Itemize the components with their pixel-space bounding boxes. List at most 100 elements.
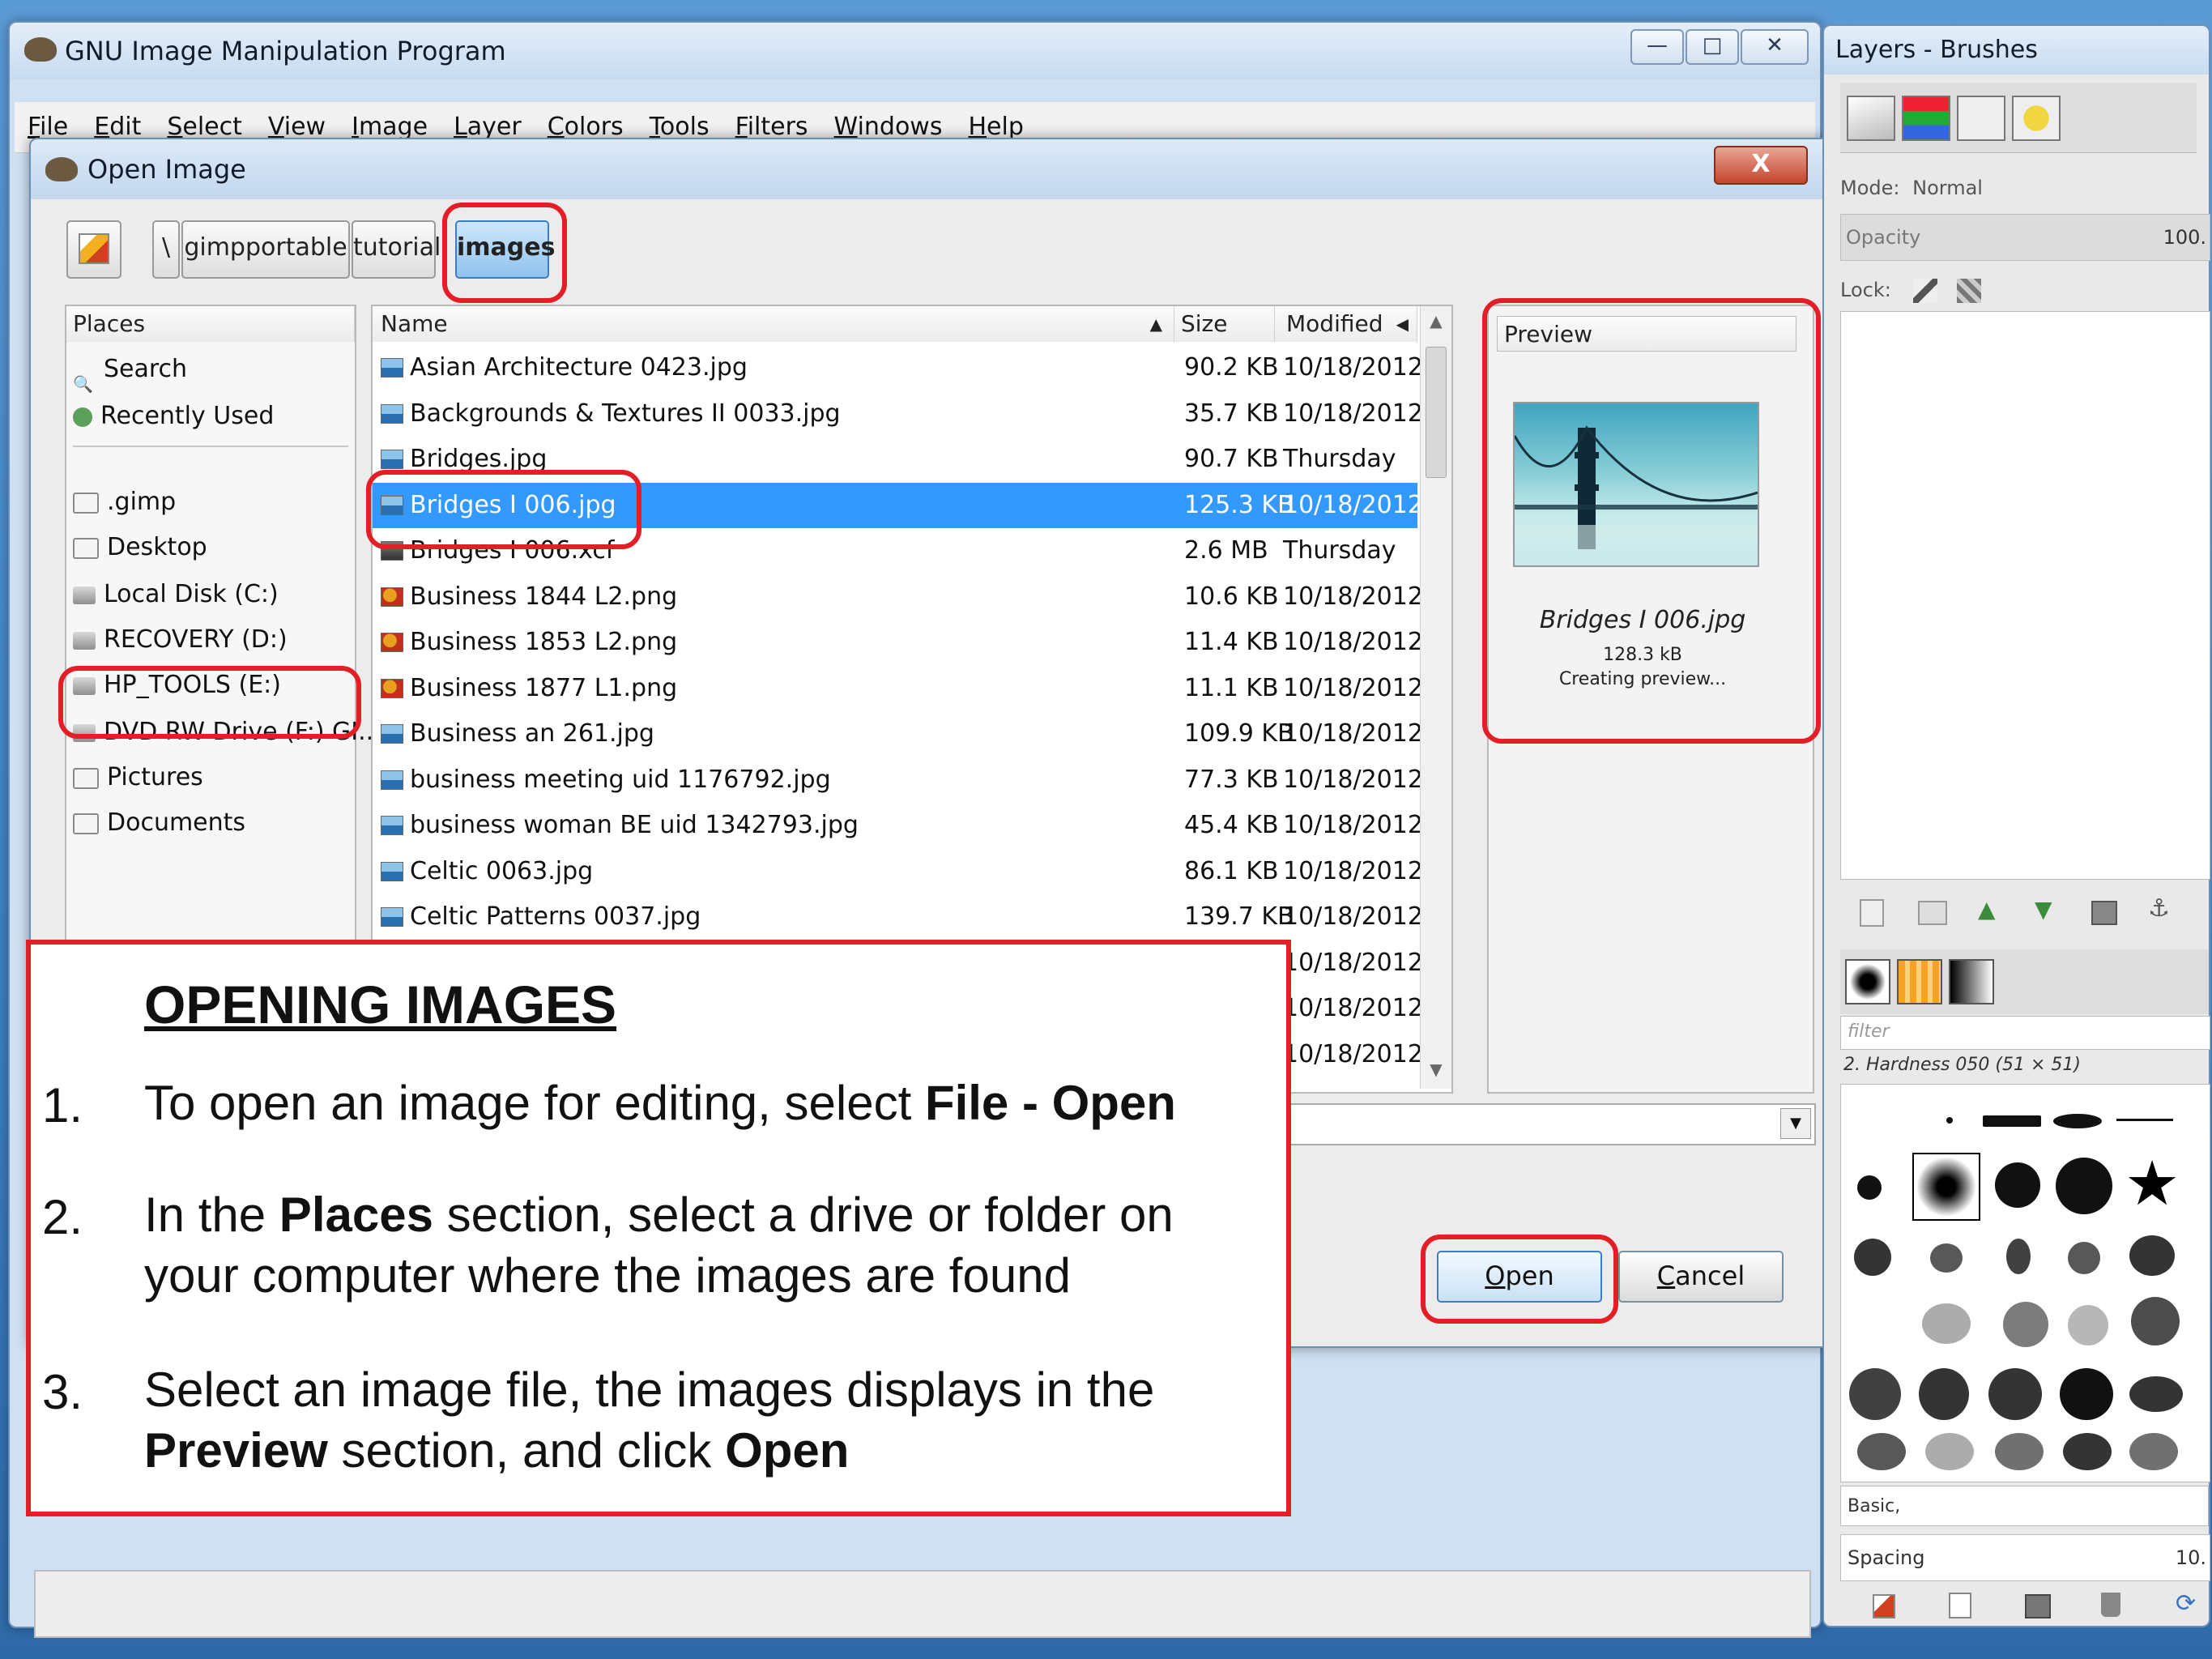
file-name: business woman BE uid 1342793.jpg bbox=[410, 811, 859, 839]
file-size: 2.6 MB bbox=[1184, 536, 1268, 565]
file-row[interactable]: business meeting uid 1176792.jpg 77.3 KB 1… bbox=[373, 757, 1423, 803]
edit-location-button[interactable] bbox=[66, 220, 121, 279]
spacing-slider[interactable]: Spacing 10. bbox=[1840, 1534, 2210, 1581]
file-row[interactable]: Asian Architecture 0423.jpg 90.2 KB 10/18/… bbox=[373, 345, 1423, 390]
file-row[interactable]: Bridges I 006.jpg 125.3 KB 10/18/2012 bbox=[373, 482, 1423, 528]
refresh-brushes-icon[interactable]: ⟳ bbox=[2176, 1589, 2196, 1618]
anchor-layer-icon[interactable]: ⚓ bbox=[2148, 894, 2170, 923]
brushes-tab-icon[interactable] bbox=[1845, 959, 1890, 1004]
scroll-up-icon[interactable]: ▲ bbox=[1421, 311, 1451, 331]
place-label: HP_TOOLS (E:) bbox=[104, 671, 281, 699]
file-size: 11.4 KB bbox=[1184, 628, 1279, 656]
opacity-slider[interactable]: Opacity 100. bbox=[1840, 214, 2210, 261]
lock-pixels-icon[interactable] bbox=[1913, 279, 1938, 303]
file-modified: 10/18/2012 bbox=[1283, 490, 1423, 519]
file-row[interactable]: Business 1844 L2.png 10.6 KB 10/18/2012 bbox=[373, 574, 1423, 620]
lock-alpha-icon[interactable] bbox=[1957, 279, 1982, 303]
maximize-button[interactable]: □ bbox=[1686, 29, 1739, 65]
file-size: 139.7 KB bbox=[1184, 902, 1294, 931]
preview-filename: Bridges I 006.jpg bbox=[1539, 606, 1746, 634]
place-item[interactable]: 🔍 Search bbox=[66, 347, 187, 394]
file-name: business meeting uid 1176792.jpg bbox=[410, 765, 831, 794]
file-type-dropdown[interactable]: ▼ bbox=[1278, 1103, 1816, 1145]
file-size: 125.3 KB bbox=[1184, 490, 1294, 519]
new-layer-group-icon[interactable] bbox=[1918, 901, 1947, 925]
lower-layer-icon[interactable]: ▼ bbox=[2035, 896, 2052, 923]
star-brush-icon[interactable]: ★ bbox=[2125, 1151, 2180, 1216]
place-item[interactable]: DVD RW Drive (F:) GI... bbox=[66, 710, 381, 755]
file-row[interactable]: Bridges I 006.xcf 2.6 MB Thursday bbox=[373, 528, 1417, 574]
file-size: 109.9 KB bbox=[1184, 719, 1294, 748]
undo-history-tab-icon[interactable] bbox=[2012, 96, 2061, 141]
layers-tab-icon[interactable] bbox=[1847, 96, 1895, 141]
dock-titlebar: Layers - Brushes bbox=[1824, 26, 2209, 75]
place-item[interactable]: Recently Used bbox=[66, 394, 274, 439]
selected-brush[interactable] bbox=[1912, 1153, 1980, 1221]
new-brush-icon[interactable] bbox=[1949, 1593, 1971, 1618]
lock-row: Lock: bbox=[1840, 279, 2209, 303]
file-row[interactable]: Backgrounds & Textures II 0033.jpg 35.7 K… bbox=[373, 391, 1423, 437]
place-item[interactable]: Desktop bbox=[66, 525, 207, 570]
raise-layer-icon[interactable]: ▲ bbox=[1978, 896, 1996, 923]
place-item[interactable]: .gimp bbox=[66, 480, 176, 525]
dropdown-arrow-icon: ▼ bbox=[1780, 1108, 1811, 1139]
dock-tabs bbox=[1840, 83, 2197, 153]
brush-filter-input[interactable]: filter bbox=[1840, 1016, 2210, 1050]
file-row[interactable]: Business 1853 L2.png 11.4 KB 10/18/2012 bbox=[373, 620, 1423, 665]
step-number: 2. bbox=[42, 1190, 83, 1244]
file-row[interactable]: Business 1877 L1.png 11.1 KB 10/18/2012 bbox=[373, 666, 1423, 711]
file-modified: 10/18/2012 bbox=[1283, 353, 1423, 382]
column-header-size[interactable]: Size bbox=[1174, 306, 1275, 342]
path-button-gimpportable[interactable]: gimpportable bbox=[181, 220, 350, 279]
png-file-icon bbox=[381, 633, 403, 652]
path-button-root[interactable]: \ bbox=[152, 220, 180, 279]
drive-icon bbox=[73, 586, 96, 604]
place-item[interactable]: Documents bbox=[66, 800, 245, 846]
duplicate-brush-icon[interactable] bbox=[2025, 1594, 2051, 1618]
minimize-button[interactable]: — bbox=[1630, 29, 1684, 65]
brush-tabs bbox=[1840, 949, 2209, 1014]
path-button-images[interactable]: images bbox=[455, 220, 555, 279]
column-header-modified[interactable]: Modified ◀ bbox=[1275, 306, 1417, 342]
scroll-down-icon[interactable]: ▼ bbox=[1421, 1060, 1451, 1079]
cancel-button[interactable]: Cancel bbox=[1618, 1251, 1784, 1303]
recent-icon bbox=[73, 407, 92, 427]
paths-tab-icon[interactable] bbox=[1957, 96, 2005, 141]
path-button-tutorial[interactable]: tutorial bbox=[352, 220, 441, 279]
gradients-tab-icon[interactable] bbox=[1949, 959, 1994, 1004]
lock-label: Lock: bbox=[1840, 279, 1891, 301]
file-size: 77.3 KB bbox=[1184, 765, 1279, 794]
gimp-logo-icon bbox=[24, 37, 57, 62]
jpg-file-icon bbox=[381, 724, 403, 744]
file-row[interactable]: Celtic 0063.jpg 86.1 KB 10/18/2012 bbox=[373, 849, 1423, 894]
place-item[interactable]: Pictures bbox=[66, 755, 203, 800]
new-layer-icon[interactable] bbox=[1860, 899, 1884, 927]
mode-dropdown[interactable]: Normal bbox=[1912, 177, 1983, 199]
file-row[interactable]: Celtic Patterns 0037.jpg 139.7 KB 10/18/20… bbox=[373, 894, 1423, 940]
duplicate-layer-icon[interactable] bbox=[2091, 901, 2117, 925]
file-row[interactable]: Bridges.jpg 90.7 KB Thursday bbox=[373, 437, 1417, 482]
file-modified: 10/18/2012 bbox=[1283, 994, 1423, 1022]
column-header-name[interactable]: Name ▲ bbox=[373, 306, 1174, 342]
file-list-scrollbar[interactable]: ▲ ▼ bbox=[1420, 306, 1451, 1089]
jpg-file-icon bbox=[381, 816, 403, 835]
delete-brush-icon[interactable] bbox=[2101, 1593, 2120, 1617]
patterns-tab-icon[interactable] bbox=[1897, 959, 1942, 1004]
file-modified: 10/18/2012 bbox=[1283, 399, 1423, 428]
channels-tab-icon[interactable] bbox=[1902, 96, 1950, 141]
place-item[interactable]: HP_TOOLS (E:) bbox=[66, 663, 281, 708]
place-item[interactable]: RECOVERY (D:) bbox=[66, 617, 288, 663]
dialog-close-button[interactable]: X bbox=[1714, 146, 1808, 185]
place-item[interactable]: Local Disk (C:) bbox=[66, 572, 279, 617]
dvd-icon bbox=[73, 723, 96, 742]
edit-brush-icon[interactable] bbox=[1873, 1594, 1895, 1618]
main-close-button[interactable]: ✕ bbox=[1741, 29, 1809, 65]
file-row[interactable]: business woman BE uid 1342793.jpg 45.4 KB… bbox=[373, 803, 1423, 848]
pencil-icon bbox=[79, 233, 109, 264]
xcf-file-icon bbox=[381, 541, 403, 561]
file-name: Bridges.jpg bbox=[410, 445, 548, 473]
scrollbar-thumb[interactable] bbox=[1426, 347, 1447, 478]
open-button[interactable]: Open bbox=[1437, 1251, 1602, 1303]
brush-tag[interactable]: Basic, bbox=[1840, 1486, 2209, 1526]
file-row[interactable]: Business an 261.jpg 109.9 KB 10/18/2012 bbox=[373, 711, 1423, 757]
